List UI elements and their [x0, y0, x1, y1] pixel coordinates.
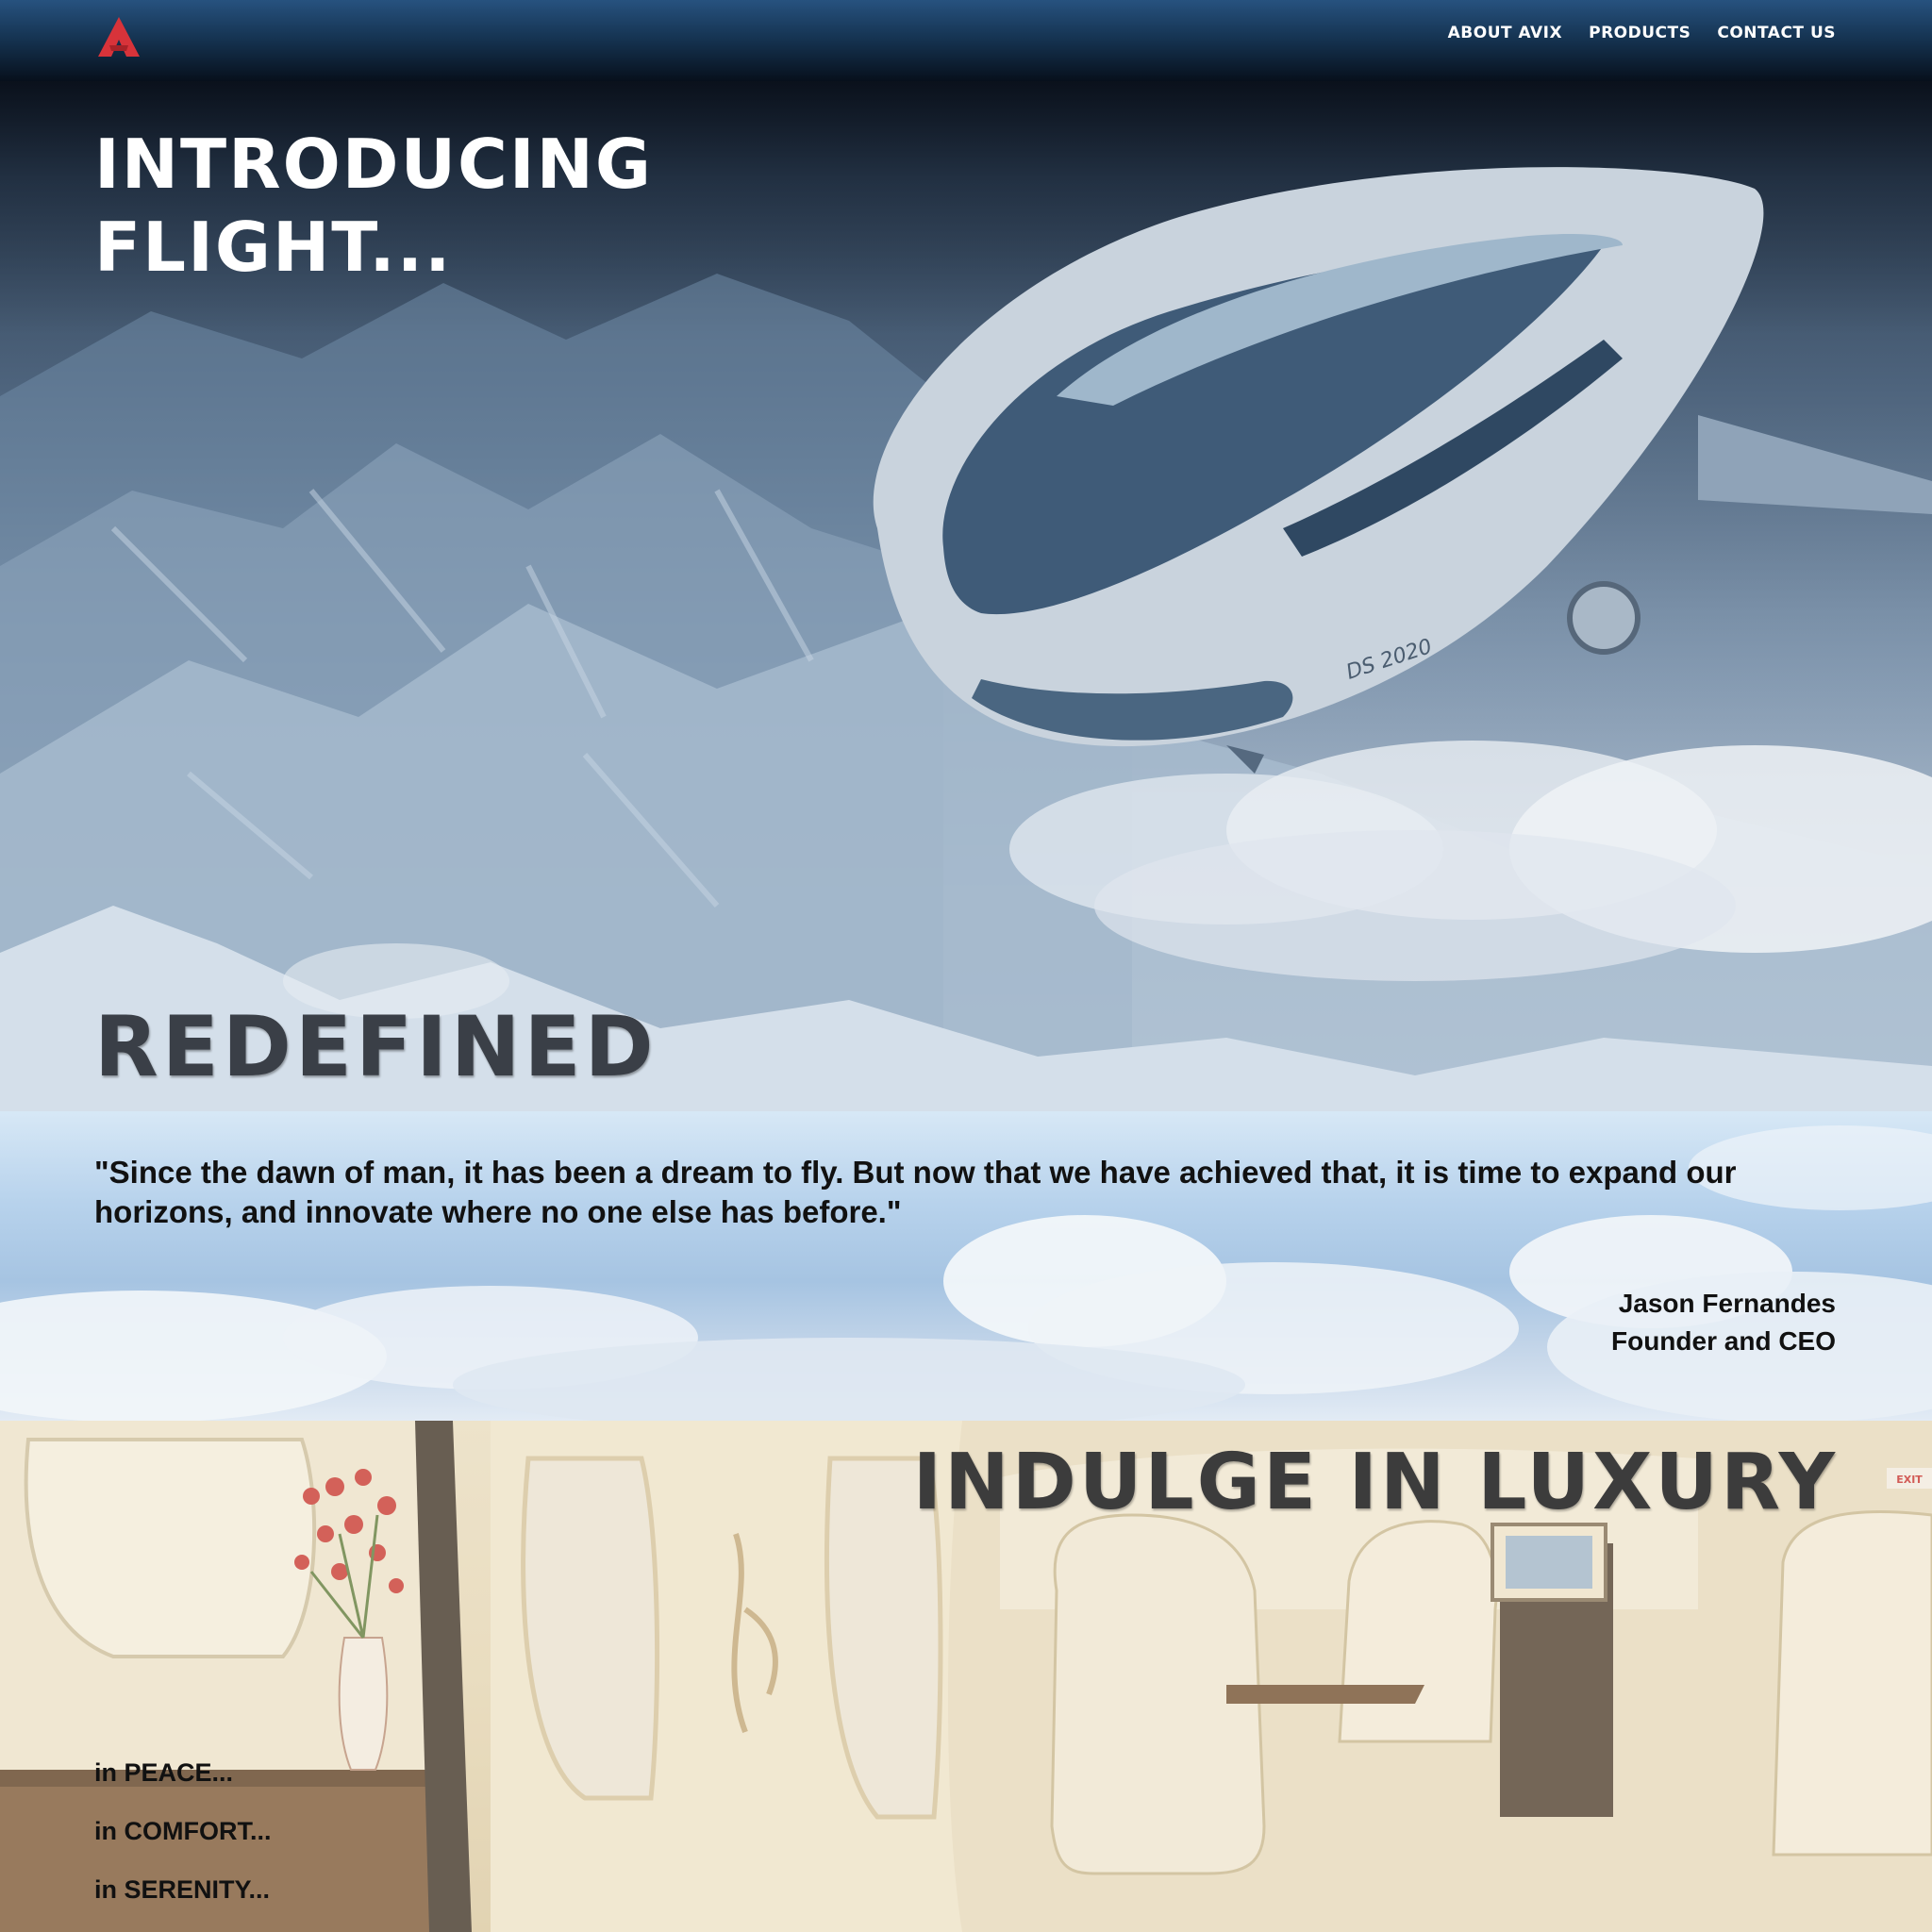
avix-logo-icon[interactable] [98, 17, 140, 57]
list-item-serenity: in SERENITY... [94, 1875, 271, 1904]
luxury-section: EXIT INDULGE IN LUXURY in PEACE... in CO… [0, 1421, 1932, 1932]
list-item-peace: in PEACE... [94, 1758, 234, 1787]
luxury-title: INDULGE IN LUXURY [912, 1438, 1838, 1527]
top-navigation-bar: ABOUT AVIX PRODUCTS CONTACT US [0, 0, 1932, 81]
airship-illustration: DS 2020 [873, 167, 1932, 774]
hero-title: INTRODUCING FLIGHT... [94, 125, 654, 287]
quote-author: Jason Fernandes Founder and CEO [1611, 1285, 1836, 1360]
author-name: Jason Fernandes [1618, 1289, 1836, 1318]
hero-section: DS 2020 INTRODUCING FLIGHT... REDEFINED [0, 0, 1932, 1111]
nav-link-contact-us[interactable]: CONTACT US [1717, 21, 1836, 45]
author-title: Founder and CEO [1611, 1326, 1836, 1356]
quote-section: "Since the dawn of man, it has been a dr… [0, 1111, 1932, 1421]
hero-subtitle: REDEFINED [94, 998, 658, 1095]
luxury-feature-list: in PEACE... in COMFORT... in SERENITY... [94, 1743, 271, 1919]
nav-links: ABOUT AVIX PRODUCTS CONTACT US [1448, 21, 1836, 45]
nav-link-about-avix[interactable]: ABOUT AVIX [1448, 21, 1562, 45]
nav-link-products[interactable]: PRODUCTS [1589, 21, 1690, 45]
list-item-comfort: in COMFORT... [94, 1817, 272, 1845]
ceo-quote: "Since the dawn of man, it has been a dr… [94, 1155, 1737, 1229]
